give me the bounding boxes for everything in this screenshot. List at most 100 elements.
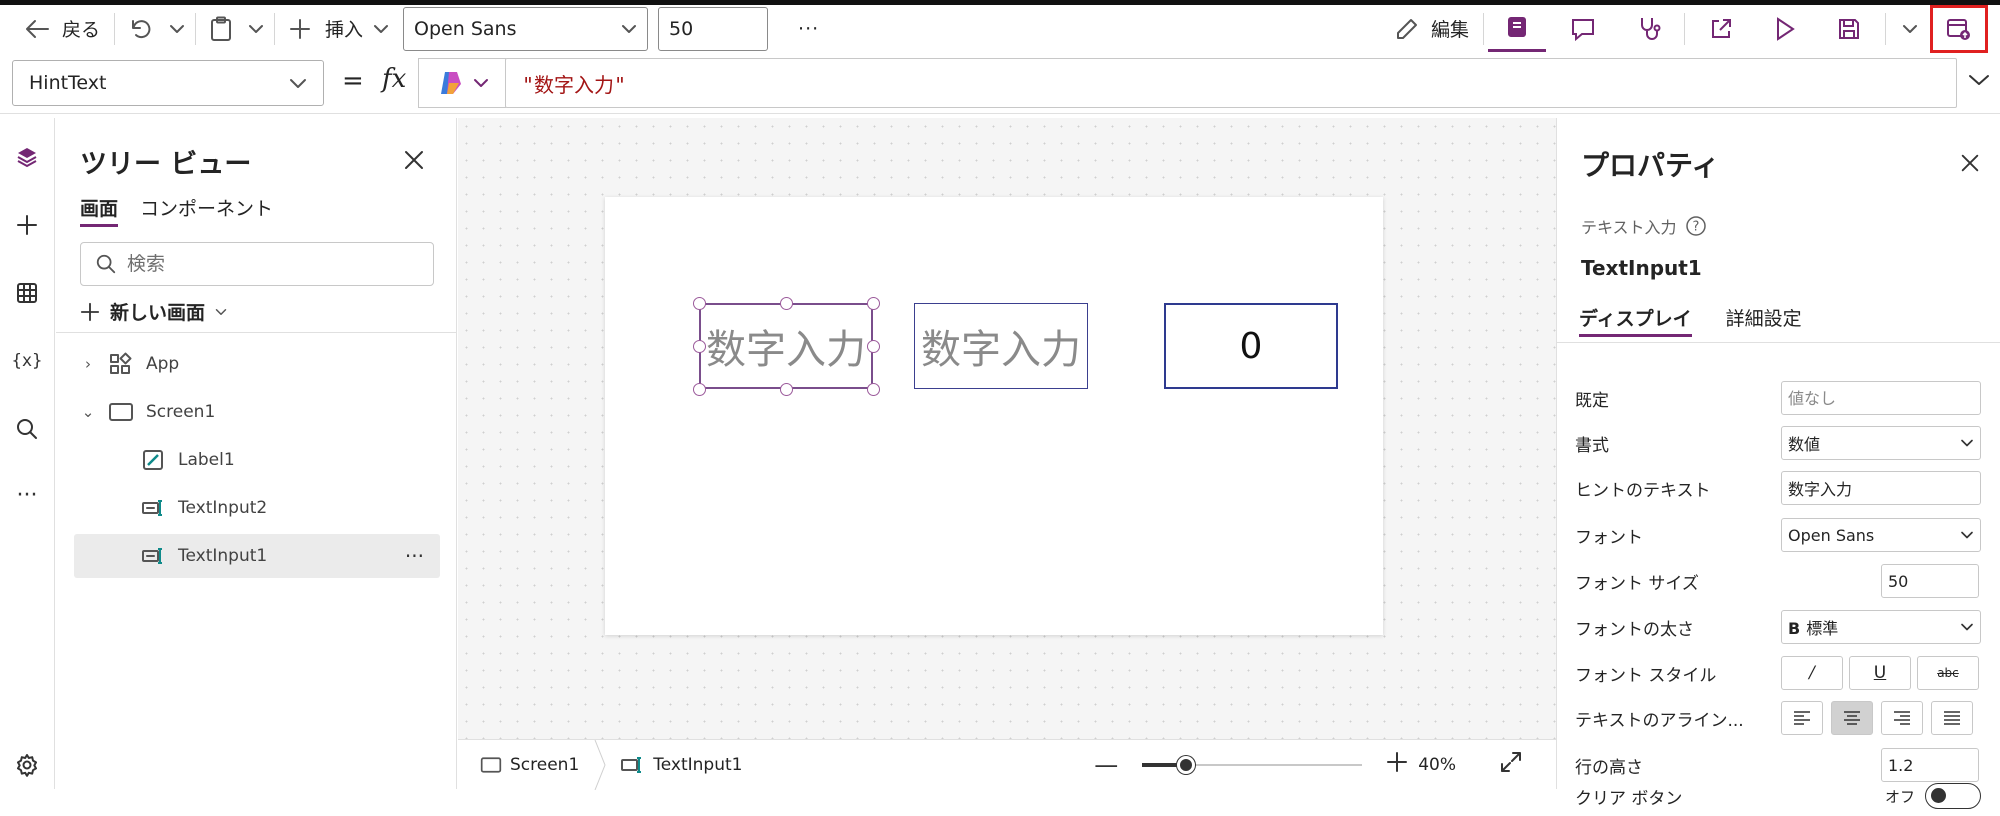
notes-button[interactable] <box>1488 6 1546 52</box>
default-input[interactable] <box>1788 388 1974 408</box>
close-tree-button[interactable] <box>402 148 426 176</box>
fit-to-window-button[interactable] <box>1500 751 1522 778</box>
align-justify-button[interactable] <box>1931 701 1973 735</box>
align-center-button[interactable] <box>1831 701 1873 735</box>
tree-node-textinput1[interactable]: TextInput1 ··· <box>74 534 440 578</box>
back-button[interactable]: 戻る <box>14 9 110 49</box>
tree-search-input[interactable] <box>127 253 417 275</box>
font-weight-dropdown[interactable]: B 標準 <box>1781 610 1981 644</box>
prop-label: クリア ボタン <box>1575 788 1683 809</box>
table-icon <box>17 283 37 303</box>
tree-node-app[interactable]: › App <box>74 342 440 386</box>
text-input-icon <box>142 500 162 516</box>
canvas-textinput1[interactable]: 数字入力 <box>699 303 873 389</box>
expand-icon <box>1501 752 1521 772</box>
textinput2-hint: 数字入力 <box>921 327 1081 373</box>
variables-button[interactable]: {x} <box>6 340 48 382</box>
settings-button[interactable] <box>6 744 48 786</box>
format-dropdown[interactable]: 数値 <box>1781 426 1981 460</box>
resize-handle[interactable] <box>867 297 880 310</box>
undo-icon <box>132 19 151 38</box>
undo-dropdown-button[interactable] <box>163 9 191 49</box>
separator <box>114 12 116 45</box>
zoom-slider[interactable] <box>1142 755 1363 775</box>
tab-components[interactable]: コンポーネント <box>140 194 273 227</box>
property-dropdown[interactable]: HintText <box>12 60 324 106</box>
resize-handle[interactable] <box>780 383 793 396</box>
zoom-slider-thumb[interactable] <box>1177 755 1196 774</box>
screen-artboard[interactable]: 数字入力 数字入力 0 <box>605 197 1383 635</box>
data-button[interactable] <box>6 272 48 314</box>
copilot-button[interactable] <box>418 58 506 108</box>
canvas-label1[interactable]: 0 <box>1164 303 1338 389</box>
font-size-input[interactable]: 50 <box>658 6 769 51</box>
node-more-button[interactable]: ··· <box>405 544 424 568</box>
close-properties-button[interactable] <box>1959 152 1981 178</box>
insert-button[interactable]: 挿入 <box>279 9 399 49</box>
paste-dropdown-button[interactable] <box>242 9 270 49</box>
tree-node-screen1[interactable]: ⌄ Screen1 <box>74 390 440 434</box>
tree-view-title: ツリー ビュー <box>80 149 252 180</box>
tree-node-textinput2[interactable]: TextInput2 <box>74 486 440 530</box>
prop-label: 書式 <box>1575 435 1609 456</box>
tree-node-label1[interactable]: Label1 <box>74 438 440 482</box>
hint-text-input[interactable]: 数字入力 <box>1781 471 1981 505</box>
resize-handle[interactable] <box>693 297 706 310</box>
tab-screens[interactable]: 画面 <box>80 194 119 227</box>
prop-label: フォント スタイル <box>1575 665 1717 686</box>
more-rail-button[interactable]: ··· <box>6 474 48 516</box>
insert-label: 挿入 <box>325 19 364 41</box>
back-label: 戻る <box>62 19 101 41</box>
edit-button[interactable]: 編集 <box>1385 9 1479 49</box>
new-screen-button[interactable]: 新しい画面 <box>80 298 227 325</box>
expand-formula-button[interactable] <box>1968 72 1990 91</box>
preview-button[interactable] <box>1753 9 1817 49</box>
divider <box>1557 342 2000 343</box>
chevron-right-icon[interactable]: › <box>74 355 102 373</box>
align-left-button[interactable] <box>1781 701 1823 735</box>
zoom-out-button[interactable]: — <box>1094 751 1118 779</box>
save-button[interactable] <box>1817 9 1881 49</box>
zoom-in-button[interactable] <box>1386 751 1408 778</box>
breadcrumb-screen-label: Screen1 <box>510 754 580 775</box>
textinput1-hint: 数字入力 <box>706 327 866 373</box>
italic-button[interactable]: / <box>1781 656 1843 690</box>
comments-button[interactable] <box>1546 9 1620 49</box>
help-icon[interactable]: ? <box>1685 215 1707 237</box>
more-icon: ··· <box>16 482 38 508</box>
chevron-down-icon <box>290 79 306 88</box>
more-commands-button[interactable]: ··· <box>788 9 829 49</box>
font-size-prop-input[interactable]: 50 <box>1881 564 1979 598</box>
tab-advanced[interactable]: 詳細設定 <box>1726 304 1802 337</box>
paste-button[interactable] <box>200 9 242 49</box>
share-button[interactable] <box>1689 9 1753 49</box>
breadcrumb-control[interactable]: TextInput1 <box>621 755 742 775</box>
chevron-down-icon[interactable]: ⌄ <box>74 403 102 421</box>
resize-handle[interactable] <box>867 340 880 353</box>
tree-node-label: App <box>146 354 180 374</box>
publish-button[interactable] <box>1930 4 1988 53</box>
save-dropdown-button[interactable] <box>1890 9 1930 49</box>
insert-rail-button[interactable] <box>6 204 48 246</box>
resize-handle[interactable] <box>693 340 706 353</box>
resize-handle[interactable] <box>780 297 793 310</box>
font-prop-dropdown[interactable]: Open Sans <box>1781 518 1981 552</box>
app-checker-button[interactable] <box>1620 9 1680 49</box>
search-rail-button[interactable] <box>6 408 48 450</box>
resize-handle[interactable] <box>867 383 880 396</box>
tree-view-button[interactable] <box>6 136 48 178</box>
formula-input[interactable]: "数字入力" <box>505 58 1957 108</box>
resize-handle[interactable] <box>693 383 706 396</box>
strikethrough-button[interactable]: abc <box>1917 656 1979 690</box>
breadcrumb-screen[interactable]: Screen1 <box>480 755 579 775</box>
canvas-textinput2[interactable]: 数字入力 <box>914 303 1088 389</box>
strikethrough-icon: abc <box>1937 666 1959 680</box>
font-style-group: / U abc <box>1781 656 1979 690</box>
font-dropdown[interactable]: Open Sans <box>403 6 649 51</box>
tab-display[interactable]: ディスプレイ <box>1579 304 1692 337</box>
design-canvas[interactable]: 数字入力 数字入力 0 <box>458 118 1556 739</box>
clear-button-toggle[interactable] <box>1925 783 1982 809</box>
undo-button[interactable] <box>119 9 163 49</box>
underline-button[interactable]: U <box>1849 656 1911 690</box>
align-right-button[interactable] <box>1881 701 1923 735</box>
